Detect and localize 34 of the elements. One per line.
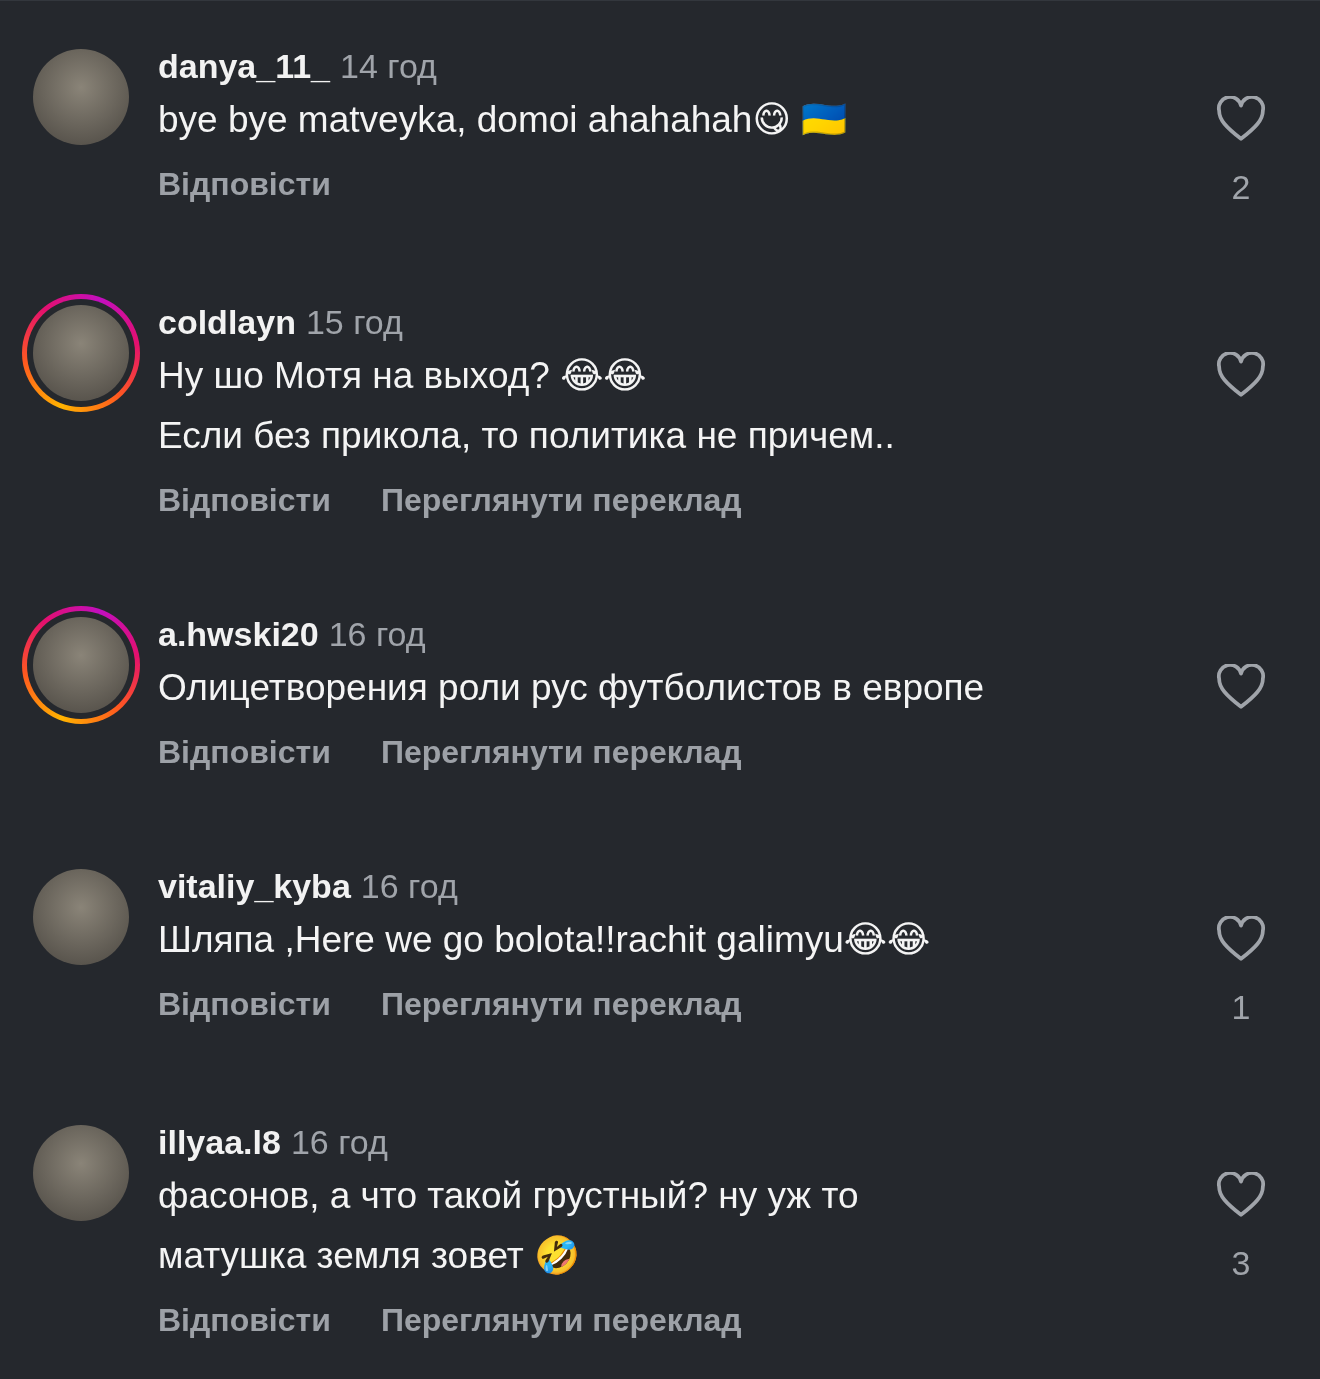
heart-icon[interactable]	[1216, 1172, 1266, 1218]
comment-action-link[interactable]: Відповісти	[158, 1302, 331, 1339]
heart-icon[interactable]	[1216, 96, 1266, 142]
comment-text: Если без прикола, то политика не причем..	[158, 414, 896, 458]
heart-icon[interactable]	[1216, 664, 1266, 710]
like-count: 3	[1231, 1244, 1251, 1283]
heart-icon[interactable]	[1216, 352, 1266, 398]
comment-text: bye bye matveyka, domoi ahahahah😋 🇺🇦	[158, 98, 849, 142]
timestamp: 16 год	[328, 615, 426, 654]
comment-action-link[interactable]: Переглянути переклад	[380, 1302, 742, 1339]
username[interactable]: coldlayn	[158, 303, 296, 342]
username[interactable]: a.hwski20	[158, 615, 319, 654]
username[interactable]: vitaliy_kyba	[158, 867, 351, 906]
comment-text: Олицетворения роли рус футболистов в европе	[158, 666, 986, 710]
timestamp: 16 год	[290, 1123, 388, 1162]
comment-action-link[interactable]: Відповісти	[158, 166, 331, 203]
comment-text: Шляпа ,Here we go bolota!!rachit galimyu😂😂	[158, 918, 932, 962]
like-count: 2	[1231, 168, 1251, 207]
comment-action-link[interactable]: Відповісти	[158, 734, 331, 771]
comment-action-link[interactable]: Переглянути переклад	[380, 734, 742, 771]
comment-action-link[interactable]: Переглянути переклад	[380, 986, 742, 1023]
comment-text: фасонов, а что такой грустный? ну уж то	[158, 1174, 860, 1218]
timestamp: 14 год	[340, 47, 437, 86]
comment-text: Ну шо Мотя на выход? 😂😂	[158, 354, 648, 398]
comment-action-link[interactable]: Переглянути переклад	[380, 482, 742, 519]
timestamp: 15 год	[305, 303, 403, 342]
like-count: 1	[1231, 988, 1251, 1027]
username[interactable]: danya_11_	[158, 47, 331, 86]
username[interactable]: illyaa.l8	[158, 1123, 281, 1162]
comment-action-link[interactable]: Відповісти	[158, 482, 331, 519]
heart-icon[interactable]	[1216, 916, 1266, 962]
comment-text: матушка земля зовет 🤣	[158, 1234, 582, 1278]
comment-action-link[interactable]: Відповісти	[158, 986, 331, 1023]
timestamp: 16 год	[360, 867, 458, 906]
